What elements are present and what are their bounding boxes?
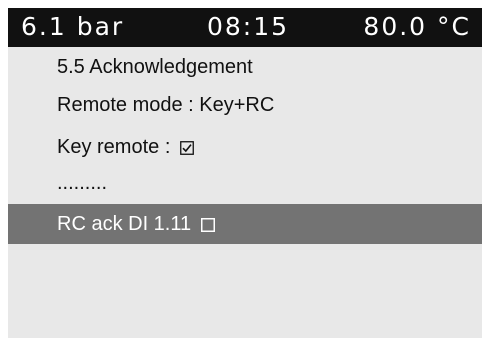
clock-readout: 08:15 bbox=[207, 12, 290, 41]
menu-item-more: ......... bbox=[8, 168, 482, 204]
menu-list: 5.5 Acknowledgement Remote mode : Key+RC… bbox=[8, 47, 482, 244]
menu-item-rc-ack[interactable]: RC ack DI 1.11 bbox=[8, 204, 482, 244]
display-screen: 6.1 bar 08:15 80.0 °C 5.5 Acknowledgemen… bbox=[8, 8, 482, 338]
menu-item-remote-mode[interactable]: Remote mode : Key+RC bbox=[8, 84, 482, 126]
temperature-readout: 80.0 °C bbox=[363, 12, 471, 41]
remote-mode-label: Remote mode : Key+RC bbox=[57, 94, 275, 116]
status-bar: 6.1 bar 08:15 80.0 °C bbox=[8, 8, 482, 47]
menu-title-text: 5.5 Acknowledgement bbox=[57, 56, 253, 78]
rc-ack-label: RC ack DI 1.11 bbox=[57, 213, 192, 235]
menu-title: 5.5 Acknowledgement bbox=[8, 47, 482, 84]
rc-ack-checkbox[interactable] bbox=[200, 217, 215, 232]
rc-ack-text: RC ack DI 1.11 bbox=[57, 204, 215, 244]
more-indicator: ......... bbox=[57, 172, 108, 194]
pressure-readout: 6.1 bar bbox=[21, 12, 125, 41]
key-remote-checkbox[interactable] bbox=[180, 140, 194, 155]
key-remote-label: Key remote : bbox=[57, 136, 171, 158]
